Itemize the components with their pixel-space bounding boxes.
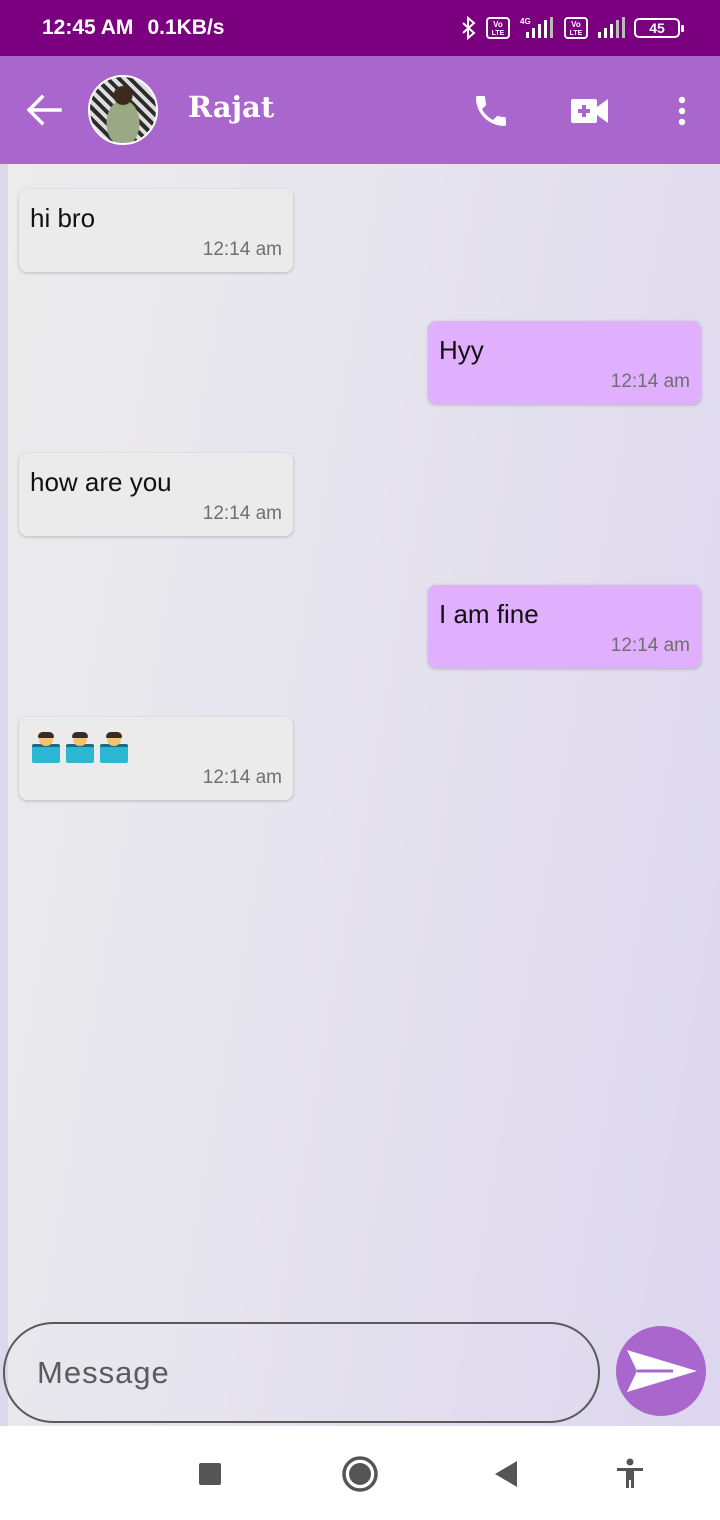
triangle-back-icon [495,1461,517,1487]
nav-recents-button[interactable] [188,1452,232,1496]
send-button[interactable] [616,1326,706,1416]
message-text: Hyy [439,335,484,365]
message-bubble-incoming[interactable]: how are you 12:14 am [19,453,293,536]
technologist-emoji-icon [98,732,130,763]
contact-name[interactable]: Rajat [188,90,274,124]
more-options-button[interactable] [666,88,698,134]
technologist-emoji-icon [30,732,62,763]
message-bubble-outgoing[interactable]: Hyy 12:14 am [428,321,701,404]
nav-accessibility-button[interactable] [608,1452,652,1496]
bluetooth-icon [462,16,476,40]
battery-icon: 45 [634,18,684,38]
accessibility-icon [617,1458,643,1488]
technologist-emoji-icon [64,732,96,763]
message-time: 12:14 am [202,239,282,260]
message-text: how are you [30,467,172,497]
video-camera-icon [571,99,608,123]
message-bubble-outgoing[interactable]: I am fine 12:14 am [428,585,701,668]
chat-edge [0,164,8,1426]
message-bubble-incoming[interactable]: hi bro 12:14 am [19,189,293,272]
message-bubble-incoming[interactable]: 12:14 am [19,717,293,800]
message-input[interactable] [3,1322,600,1423]
phone-icon [476,96,506,126]
status-bar: 12:45 AM 0.1KB/s Vo LTE 4G Vo LTE 45 [0,0,720,56]
call-button[interactable] [468,88,514,134]
emoji-message [30,732,282,763]
svg-text:LTE: LTE [570,30,583,37]
message-text: I am fine [439,599,539,629]
nav-home-button[interactable] [338,1452,382,1496]
message-time: 12:14 am [202,503,282,524]
video-call-button[interactable] [566,88,614,134]
svg-text:Vo: Vo [493,20,503,29]
square-icon [199,1463,221,1485]
nav-back-button[interactable] [484,1452,528,1496]
chat-header: Rajat [0,56,720,164]
chat-area[interactable]: hi bro 12:14 am Hyy 12:14 am how are you… [0,164,720,1426]
back-button[interactable] [22,90,66,130]
svg-text:LTE: LTE [492,30,505,37]
message-time: 12:14 am [202,767,282,788]
more-vertical-icon [678,96,686,126]
message-time: 12:14 am [610,371,690,392]
status-speed: 0.1KB/s [147,16,225,39]
message-time: 12:14 am [610,635,690,656]
status-left: 12:45 AM 0.1KB/s [42,16,224,40]
avatar[interactable] [88,75,158,145]
arrow-left-icon [26,94,62,126]
signal-icon [598,17,625,38]
signal-4g-icon: 4G [520,17,553,38]
battery-level: 45 [649,20,665,36]
system-nav-bar [0,1426,720,1520]
status-time: 12:45 AM [42,16,134,39]
circle-icon [342,1456,378,1492]
volte-icon: VoLTE [486,17,510,39]
status-icons: Vo LTE 4G Vo LTE 45 [460,16,684,40]
volte-icon-2: VoLTE [564,17,588,39]
svg-text:Vo: Vo [571,20,581,29]
send-icon [627,1350,697,1392]
message-text: hi bro [30,203,96,233]
svg-text:4G: 4G [520,17,531,26]
